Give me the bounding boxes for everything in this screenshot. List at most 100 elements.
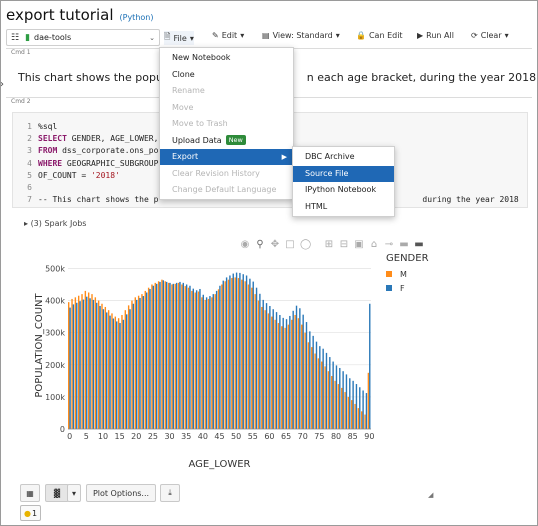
file-menu-label: File bbox=[173, 33, 187, 43]
hover-compare-icon[interactable]: ▬ bbox=[414, 239, 424, 250]
menu-item-clear-revision-history: Clear Revision History bbox=[160, 166, 293, 182]
spark-jobs-toggle[interactable]: ▸ (3) Spark Jobs bbox=[24, 219, 86, 228]
bar-M bbox=[74, 297, 77, 429]
menu-item-rename: Rename bbox=[160, 83, 293, 99]
bar-F bbox=[265, 303, 268, 429]
bar-F bbox=[272, 309, 274, 429]
spike-lines-icon[interactable]: ⊸ bbox=[384, 239, 394, 250]
lasso-select-icon[interactable]: ◯ bbox=[300, 239, 311, 250]
bar-M bbox=[241, 279, 243, 429]
bar-F bbox=[79, 301, 81, 429]
x-axis-label: AGE_LOWER bbox=[189, 459, 251, 470]
bar-M bbox=[227, 279, 230, 429]
zoom-in-icon[interactable]: ⊞ bbox=[324, 239, 334, 250]
menu-item-clone[interactable]: Clone bbox=[160, 67, 293, 83]
line-number: 6 bbox=[27, 183, 32, 192]
edit-menu-button[interactable]: ✎ Edit ▾ bbox=[212, 31, 244, 40]
cmd-2-label: Cmd 2 bbox=[11, 98, 31, 105]
line-number: 7 bbox=[27, 195, 32, 205]
bar-M bbox=[147, 287, 150, 429]
chart-type-dropdown[interactable]: ▾ bbox=[67, 484, 81, 502]
bar-F bbox=[185, 284, 188, 429]
x-tick-label: 80 bbox=[331, 432, 341, 441]
bar-M bbox=[121, 314, 123, 429]
bar-M bbox=[77, 295, 80, 429]
bar-F bbox=[86, 296, 88, 429]
bar-M bbox=[97, 300, 100, 429]
run-all-button[interactable]: ▶ Run All bbox=[417, 31, 454, 40]
cluster-status-icon: ▮ bbox=[25, 32, 31, 43]
legend-swatch bbox=[386, 285, 392, 291]
population-chart[interactable]: 0 100k 200k 300k 400k 500k 0 5 10 15 20 25 30 35 40 45 5… bbox=[30, 252, 450, 477]
cluster-name: dae-tools bbox=[34, 33, 72, 42]
y-tick-label: 200k bbox=[45, 361, 65, 370]
bar-F bbox=[339, 367, 341, 429]
zoom-icon[interactable]: ⚲ bbox=[255, 239, 265, 250]
plot-options-button[interactable]: Plot Options... bbox=[86, 484, 156, 502]
bar-M bbox=[191, 290, 193, 429]
export-dbc-archive[interactable]: DBC Archive bbox=[293, 149, 394, 165]
bar-F bbox=[189, 285, 191, 429]
caret-right-icon: ▶ bbox=[281, 153, 287, 161]
bar-F bbox=[309, 331, 311, 429]
code-comment-left: -- This chart shows the p bbox=[38, 195, 159, 205]
bar-F bbox=[275, 312, 278, 429]
notebook-title[interactable]: export tutorial bbox=[6, 6, 114, 24]
code-line: %sql bbox=[38, 122, 58, 131]
bar-F bbox=[205, 297, 208, 429]
permissions-button[interactable]: 🔒 Can Edit bbox=[356, 31, 403, 40]
bar-M bbox=[337, 384, 340, 429]
bar-M bbox=[127, 305, 130, 429]
bar-M bbox=[94, 297, 97, 429]
table-view-button[interactable]: ▦ bbox=[20, 484, 40, 502]
bar-F bbox=[145, 292, 148, 429]
bar-F bbox=[199, 288, 201, 429]
chevron-down-icon: ⌄ bbox=[149, 33, 155, 42]
bar-F bbox=[255, 287, 258, 429]
cluster-selector[interactable]: ☷ ▮ dae-tools ⌄ bbox=[6, 29, 160, 46]
clear-menu-button[interactable]: ⟳ Clear ▾ bbox=[471, 31, 509, 40]
home-icon[interactable]: ⌂ bbox=[369, 239, 379, 250]
bar-M bbox=[307, 342, 310, 429]
autoscale-icon[interactable]: ▣ bbox=[354, 239, 364, 250]
menu-item-export[interactable]: Export ▶ bbox=[160, 149, 293, 165]
download-button[interactable]: ⤓ bbox=[160, 484, 180, 502]
x-tick-label: 45 bbox=[214, 432, 224, 441]
export-html[interactable]: HTML bbox=[293, 199, 394, 215]
bar-F bbox=[132, 303, 135, 429]
code-line: GENDER, AGE_LOWER, bbox=[66, 134, 159, 144]
bar-M bbox=[311, 347, 313, 429]
bar-F bbox=[106, 312, 108, 429]
export-source-file[interactable]: Source File bbox=[293, 165, 394, 182]
caret-down-icon: ▾ bbox=[240, 31, 245, 40]
bar-M bbox=[364, 414, 366, 429]
eraser-icon: ⟳ bbox=[471, 31, 478, 40]
chart-view-button[interactable]: ▓ bbox=[45, 484, 69, 502]
hints-button[interactable]: ● 1 bbox=[20, 505, 41, 521]
box-select-icon[interactable]: □ bbox=[285, 239, 295, 250]
view-menu-button[interactable]: ▤ View: Standard ▾ bbox=[262, 31, 340, 40]
menu-item-upload-data[interactable]: Upload Data New bbox=[160, 133, 293, 149]
export-ipython-notebook[interactable]: IPython Notebook bbox=[293, 182, 394, 198]
file-menu-button[interactable]: 🗎 File ▾ bbox=[164, 31, 194, 45]
camera-icon[interactable]: ◉ bbox=[240, 239, 250, 250]
line-number: 5 bbox=[27, 170, 32, 180]
chevron-right-icon[interactable]: › bbox=[0, 79, 4, 90]
menu-item-new-notebook[interactable]: New Notebook bbox=[160, 50, 293, 66]
bar-M bbox=[181, 284, 183, 429]
bar-M bbox=[171, 284, 173, 429]
resize-handle-icon[interactable]: ◢ bbox=[428, 491, 433, 499]
hover-closest-icon[interactable]: ▬ bbox=[399, 239, 409, 250]
zoom-out-icon[interactable]: ⊟ bbox=[339, 239, 349, 250]
bar-M bbox=[294, 314, 296, 429]
menu-item-label: Source File bbox=[305, 168, 349, 178]
lightbulb-icon: ● bbox=[23, 508, 31, 518]
bar-F bbox=[295, 305, 298, 429]
bar-F bbox=[155, 283, 158, 429]
y-tick-label: 300k bbox=[45, 329, 65, 338]
menu-item-move: Move bbox=[160, 100, 293, 116]
bar-F bbox=[96, 302, 98, 429]
bar-M bbox=[134, 297, 136, 429]
pan-icon[interactable]: ✥ bbox=[270, 239, 280, 250]
menu-item-label: Change Default Language bbox=[172, 185, 277, 194]
